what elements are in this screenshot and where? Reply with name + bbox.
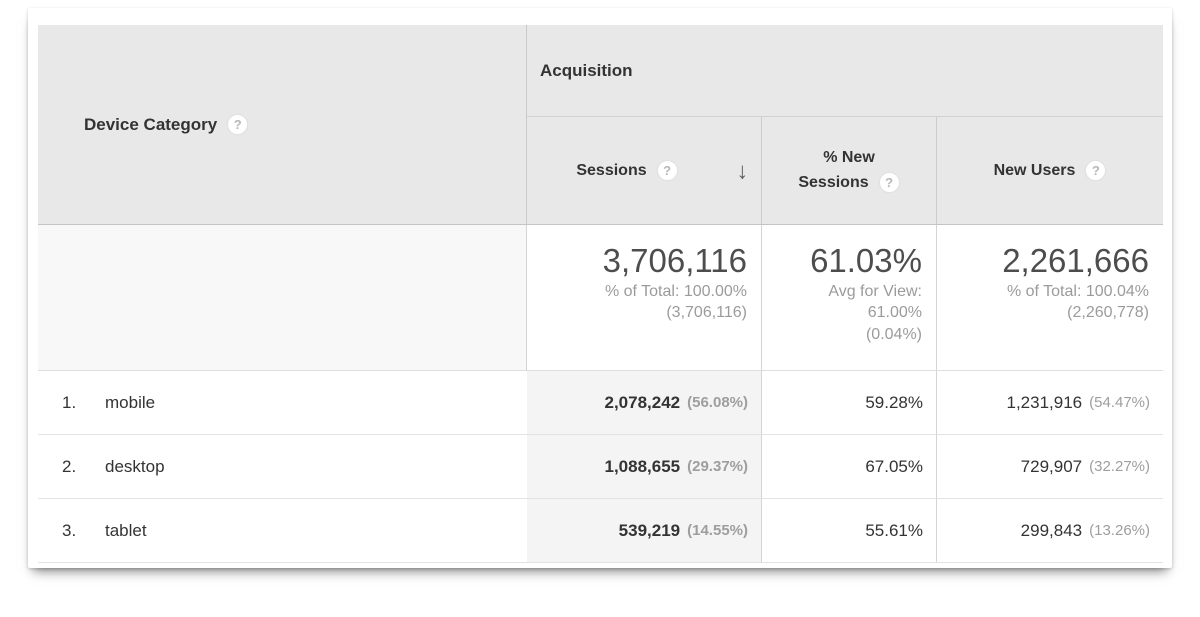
new-users-total: 2,261,666 bbox=[937, 241, 1149, 281]
new-users-total-raw: (2,260,778) bbox=[937, 302, 1149, 324]
new-users-share: (32.27%) bbox=[1089, 458, 1150, 475]
pct-new-sessions-avg-value: 61.00% bbox=[762, 302, 922, 324]
summary-sessions-cell: 3,706,116 % of Total: 100.00% (3,706,116… bbox=[527, 225, 762, 371]
group-header-acquisition: Acquisition bbox=[527, 25, 1163, 117]
sessions-header-label: Sessions bbox=[576, 162, 646, 180]
acquisition-label: Acquisition bbox=[540, 61, 633, 81]
row-index: 1. bbox=[62, 393, 105, 413]
table-row-label-desktop: 2. desktop bbox=[38, 435, 527, 499]
row-label: mobile bbox=[105, 393, 155, 413]
sessions-value: 539,219 bbox=[619, 521, 680, 541]
new-users-value: 299,843 bbox=[1021, 521, 1082, 541]
pct-new-sessions-header-line2: Sessions bbox=[798, 171, 868, 196]
new-users-total-pct: % of Total: 100.04% bbox=[937, 281, 1149, 303]
pct-new-sessions-total: 61.03% bbox=[762, 241, 922, 281]
pct-new-sessions-value: 59.28% bbox=[865, 393, 923, 413]
sessions-share: (29.37%) bbox=[687, 458, 748, 475]
sort-descending-icon[interactable]: ↓ bbox=[737, 159, 749, 182]
sessions-share: (56.08%) bbox=[687, 394, 748, 411]
sessions-total-raw: (3,706,116) bbox=[527, 302, 747, 324]
help-icon[interactable]: ? bbox=[1085, 160, 1106, 181]
row-label: desktop bbox=[105, 457, 165, 477]
sessions-value: 2,078,242 bbox=[604, 393, 680, 413]
column-header-device-category: Device Category ? bbox=[38, 25, 527, 225]
summary-pct-new-sessions-cell: 61.03% Avg for View: 61.00% (0.04%) bbox=[762, 225, 937, 371]
help-icon[interactable]: ? bbox=[227, 114, 248, 135]
row-index: 3. bbox=[62, 521, 105, 541]
column-header-new-users[interactable]: New Users ? bbox=[937, 117, 1163, 225]
pct-new-sessions-value: 55.61% bbox=[865, 521, 923, 541]
summary-dimension-cell bbox=[38, 225, 527, 371]
sessions-total: 3,706,116 bbox=[527, 241, 747, 281]
new-users-header-label: New Users bbox=[994, 162, 1076, 180]
mobile-pct-new-sessions-cell: 59.28% bbox=[762, 371, 937, 435]
desktop-pct-new-sessions-cell: 67.05% bbox=[762, 435, 937, 499]
device-category-table: Device Category ? Acquisition Sessions ?… bbox=[38, 25, 1163, 563]
new-users-value: 729,907 bbox=[1021, 457, 1082, 477]
pct-new-sessions-header-line1: % New bbox=[823, 146, 875, 171]
page: Device Category ? Acquisition Sessions ?… bbox=[0, 0, 1200, 617]
help-icon[interactable]: ? bbox=[879, 172, 900, 193]
tablet-new-users-cell: 299,843 (13.26%) bbox=[937, 499, 1163, 563]
help-icon[interactable]: ? bbox=[657, 160, 678, 181]
new-users-value: 1,231,916 bbox=[1006, 393, 1082, 413]
table-row-label-tablet: 3. tablet bbox=[38, 499, 527, 563]
sessions-total-pct: % of Total: 100.00% bbox=[527, 281, 747, 303]
desktop-sessions-cell: 1,088,655 (29.37%) bbox=[527, 435, 762, 499]
column-header-sessions[interactable]: Sessions ? ↓ bbox=[527, 117, 762, 225]
mobile-new-users-cell: 1,231,916 (54.47%) bbox=[937, 371, 1163, 435]
new-users-share: (54.47%) bbox=[1089, 394, 1150, 411]
column-header-pct-new-sessions[interactable]: % New Sessions ? bbox=[762, 117, 937, 225]
sessions-value: 1,088,655 bbox=[604, 457, 680, 477]
sessions-share: (14.55%) bbox=[687, 522, 748, 539]
table-row-label-mobile: 1. mobile bbox=[38, 371, 527, 435]
analytics-report-card: Device Category ? Acquisition Sessions ?… bbox=[28, 8, 1172, 568]
pct-new-sessions-value: 67.05% bbox=[865, 457, 923, 477]
mobile-sessions-cell: 2,078,242 (56.08%) bbox=[527, 371, 762, 435]
row-index: 2. bbox=[62, 457, 105, 477]
device-category-label: Device Category bbox=[84, 115, 217, 135]
row-label: tablet bbox=[105, 521, 147, 541]
tablet-sessions-cell: 539,219 (14.55%) bbox=[527, 499, 762, 563]
summary-new-users-cell: 2,261,666 % of Total: 100.04% (2,260,778… bbox=[937, 225, 1163, 371]
new-users-share: (13.26%) bbox=[1089, 522, 1150, 539]
pct-new-sessions-delta: (0.04%) bbox=[762, 324, 922, 346]
pct-new-sessions-avg-label: Avg for View: bbox=[762, 281, 922, 303]
desktop-new-users-cell: 729,907 (32.27%) bbox=[937, 435, 1163, 499]
tablet-pct-new-sessions-cell: 55.61% bbox=[762, 499, 937, 563]
